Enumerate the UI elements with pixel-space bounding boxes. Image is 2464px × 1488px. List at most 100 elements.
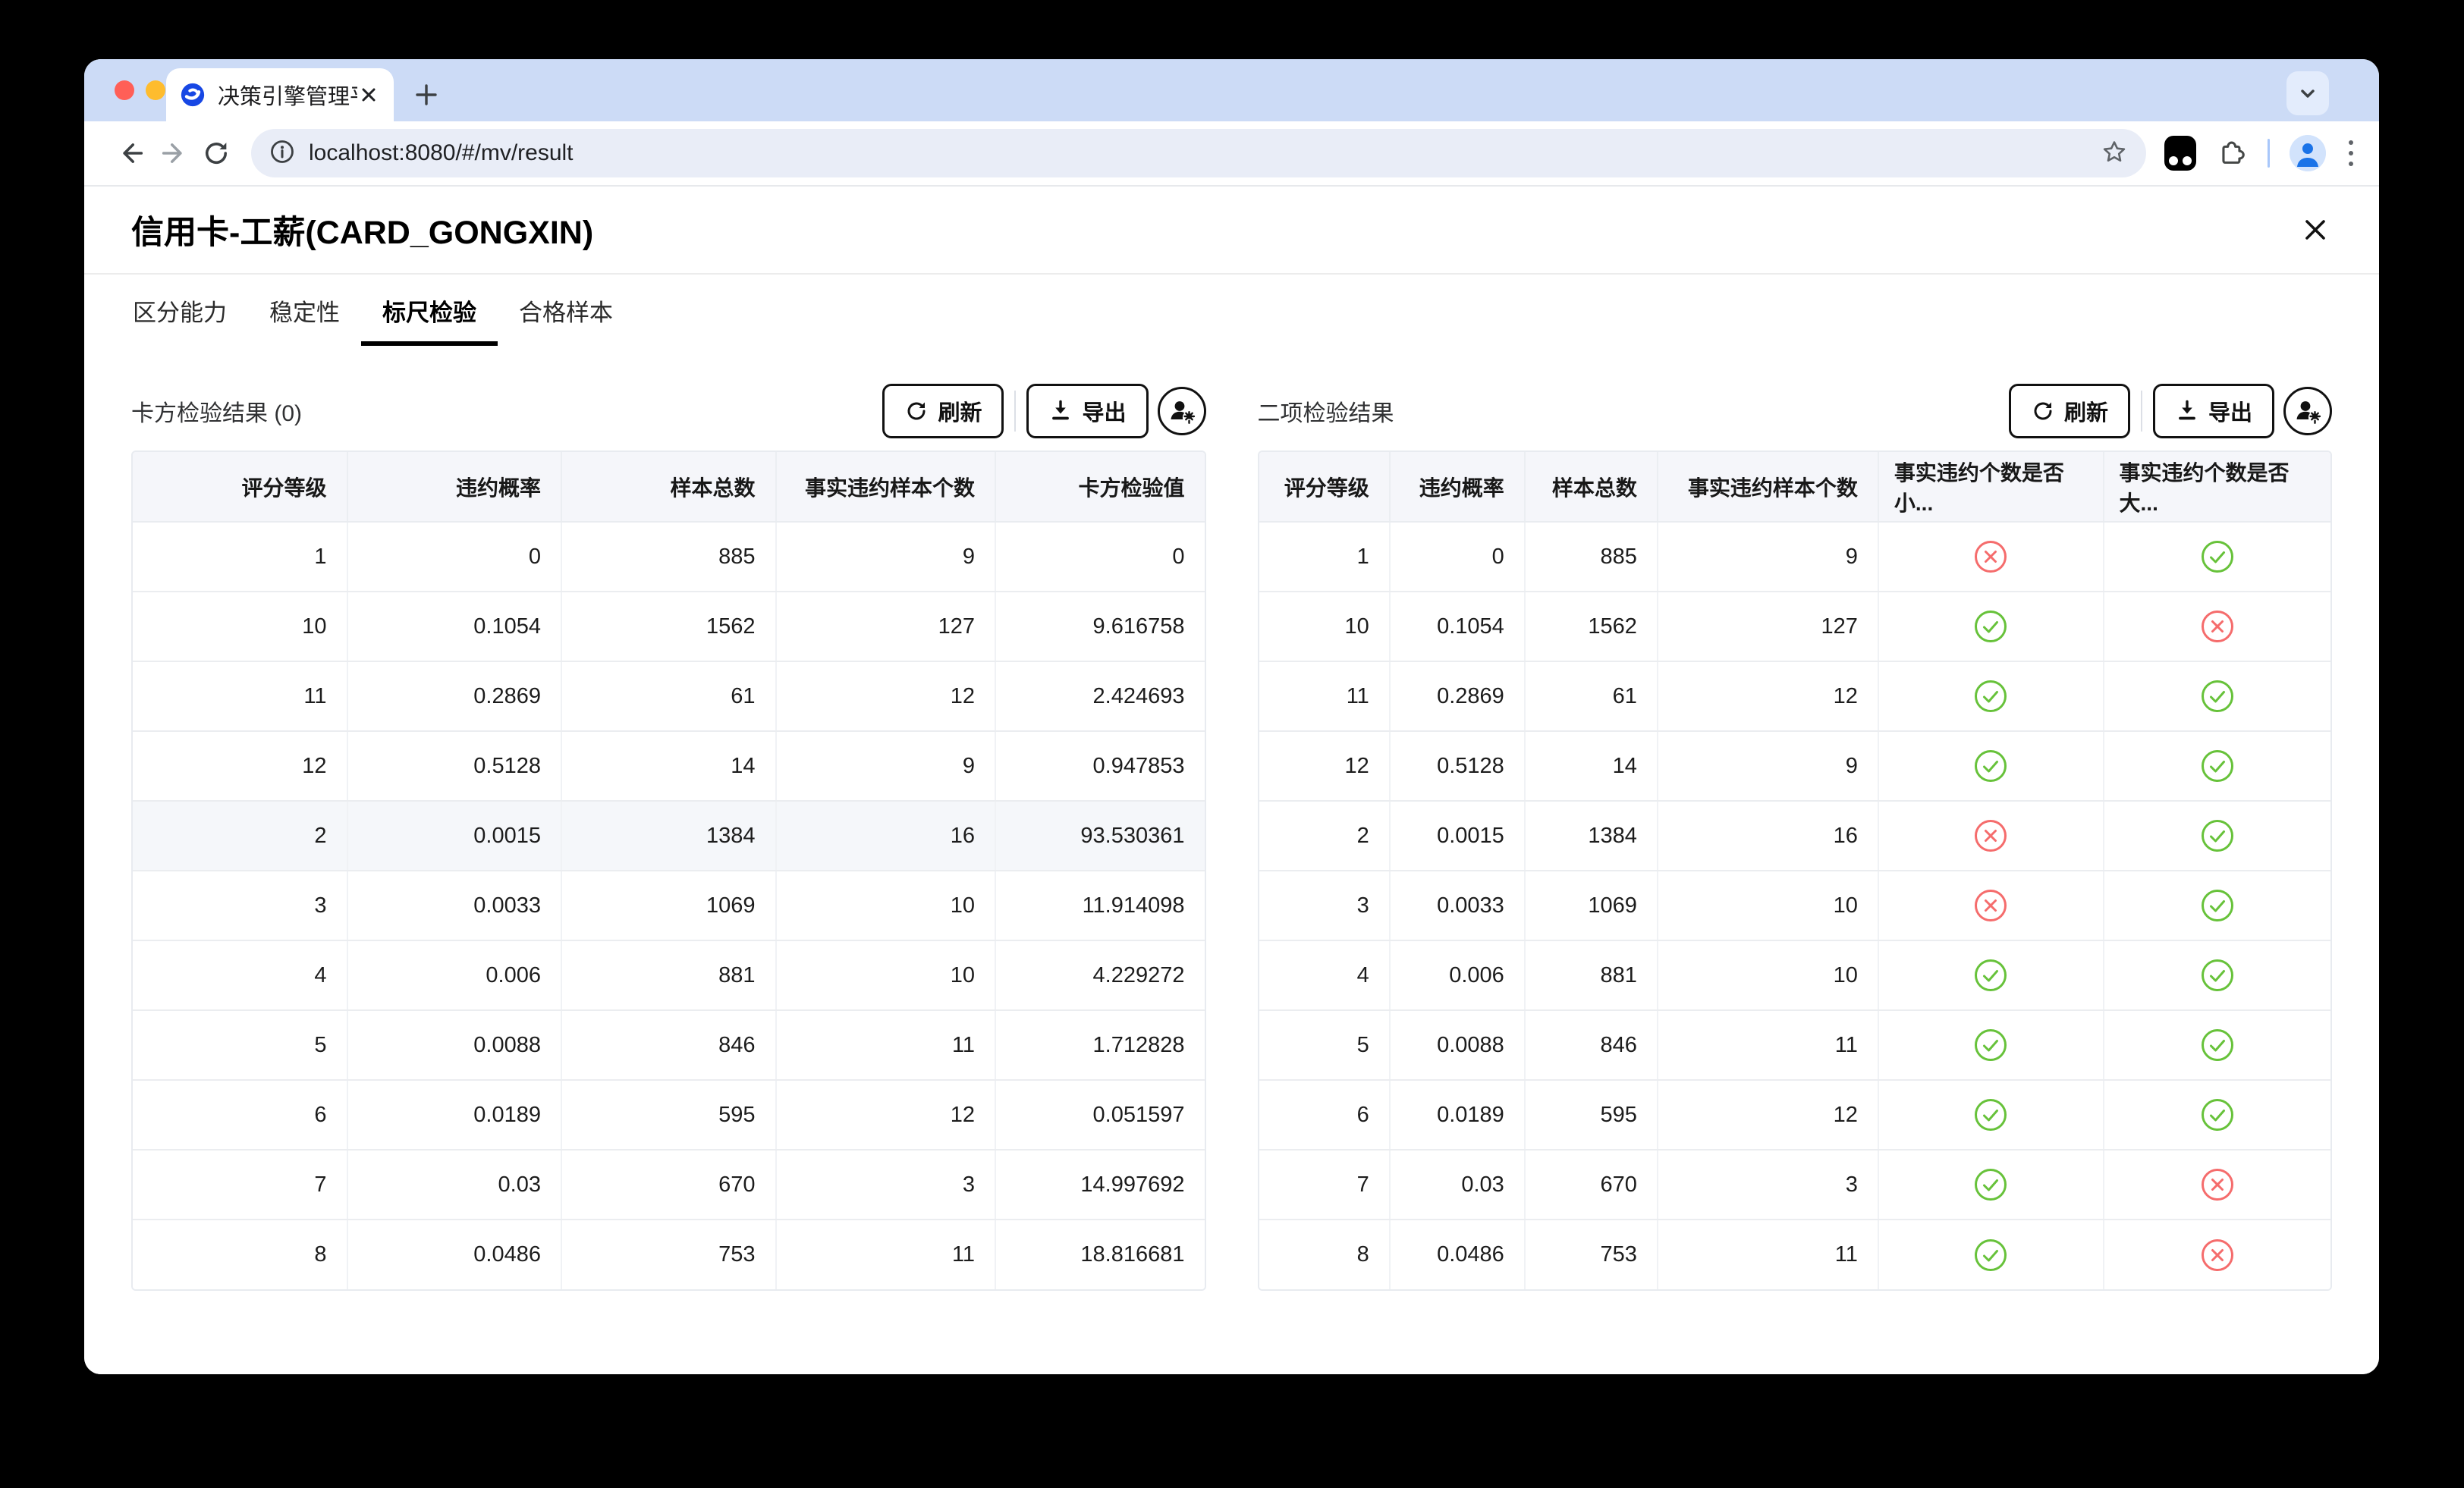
greater-check-cell (2104, 731, 2330, 801)
grade-cell: 5 (133, 1010, 347, 1080)
address-bar[interactable]: localhost:8080/#/mv/result (251, 129, 2146, 177)
total-cell: 595 (561, 1080, 776, 1150)
extension-icon[interactable] (2164, 136, 2196, 171)
forward-button[interactable] (152, 132, 195, 174)
less-check-cell (1878, 1150, 2104, 1220)
table-row: 2 0.0015 1384 16 (1259, 801, 2331, 871)
prob-cell: 0.0015 (347, 801, 562, 871)
refresh-button[interactable]: 刷新 (2009, 384, 2130, 438)
greater-check-cell (2104, 801, 2330, 871)
export-button[interactable]: 导出 (1026, 384, 1148, 438)
total-cell: 14 (561, 731, 776, 801)
table-row: 4 0.006 881 10 4.229272 (133, 940, 1205, 1010)
new-tab-button[interactable] (406, 74, 447, 115)
tab-search-chevron-button[interactable] (2286, 71, 2329, 115)
defaults-cell: 127 (776, 592, 996, 661)
tab-scale-test[interactable]: 标尺检验 (382, 275, 476, 346)
chisq-cell: 11.914098 (995, 871, 1204, 940)
page-close-icon[interactable] (2299, 213, 2332, 246)
defaults-cell: 9 (776, 522, 996, 592)
greater-check-cell (2104, 1220, 2330, 1289)
chisq-panel: 卡方检验结果 (0) 刷新 (131, 384, 1206, 1291)
prob-cell: 0.2869 (347, 661, 562, 731)
prob-cell: 0.1054 (347, 592, 562, 661)
prob-cell: 0.006 (347, 940, 562, 1010)
prob-cell: 0.0486 (1390, 1220, 1525, 1289)
profile-avatar[interactable] (2290, 135, 2326, 171)
total-cell: 1384 (1525, 801, 1658, 871)
table-row: 7 0.03 670 3 14.997692 (133, 1150, 1205, 1220)
reload-button[interactable] (195, 132, 237, 174)
back-button[interactable] (110, 132, 152, 174)
grade-cell: 10 (133, 592, 347, 661)
column-settings-button[interactable] (2283, 387, 2332, 435)
bookmark-star-icon[interactable] (2101, 138, 2128, 169)
less-check-cell (1878, 940, 2104, 1010)
col-grade: 评分等级 (1259, 452, 1390, 522)
check-circle-icon (2200, 888, 2235, 923)
total-cell: 1384 (561, 801, 776, 871)
col-prob: 违约概率 (1390, 452, 1525, 522)
defaults-cell: 16 (1658, 801, 1878, 871)
chisq-header-row: 评分等级 违约概率 样本总数 事实违约样本个数 卡方检验值 (133, 452, 1205, 522)
grade-cell: 1 (1259, 522, 1390, 592)
less-check-cell (1878, 592, 2104, 661)
table-row-hovered: 2 0.0015 1384 16 93.530361 (133, 801, 1205, 871)
table-row: 4 0.006 881 10 (1259, 940, 2331, 1010)
table-row: 12 0.5128 14 9 (1259, 731, 2331, 801)
defaults-cell: 11 (1658, 1220, 1878, 1289)
extensions-puzzle-icon[interactable] (2216, 136, 2248, 171)
chisq-cell: 93.530361 (995, 801, 1204, 871)
defaults-cell: 10 (776, 871, 996, 940)
table-row: 12 0.5128 14 9 0.947853 (133, 731, 1205, 801)
tab-qualified-sample[interactable]: 合格样本 (519, 275, 613, 346)
grade-cell: 6 (133, 1080, 347, 1150)
less-check-cell (1878, 801, 2104, 871)
col-total: 样本总数 (561, 452, 776, 522)
col-prob: 违约概率 (347, 452, 562, 522)
url-text[interactable]: localhost:8080/#/mv/result (309, 140, 2101, 166)
prob-cell: 0 (347, 522, 562, 592)
site-favicon-icon (180, 82, 206, 108)
close-window-button[interactable] (115, 80, 134, 100)
tab-discrimination[interactable]: 区分能力 (133, 275, 227, 346)
defaults-cell: 16 (776, 801, 996, 871)
binomial-header-row: 评分等级 违约概率 样本总数 事实违约样本个数 事实违约个数是否小... 事实违… (1259, 452, 2331, 522)
less-check-cell (1878, 1220, 2104, 1289)
greater-check-cell (2104, 592, 2330, 661)
check-circle-icon (2200, 1028, 2235, 1063)
refresh-button[interactable]: 刷新 (882, 384, 1004, 438)
grade-cell: 10 (1259, 592, 1390, 661)
cross-circle-icon (1973, 818, 2008, 853)
column-settings-button[interactable] (1158, 387, 1206, 435)
prob-cell: 0.0033 (1390, 871, 1525, 940)
chisq-cell: 0.947853 (995, 731, 1204, 801)
prob-cell: 0.03 (1390, 1150, 1525, 1220)
prob-cell: 0.0088 (347, 1010, 562, 1080)
binomial-panel-actions: 刷新 导出 (2009, 384, 2332, 438)
refresh-label: 刷新 (938, 395, 982, 427)
minimize-window-button[interactable] (146, 80, 165, 100)
prob-cell: 0.03 (347, 1150, 562, 1220)
check-circle-icon (2200, 818, 2235, 853)
defaults-cell: 3 (776, 1150, 996, 1220)
export-button[interactable]: 导出 (2153, 384, 2274, 438)
defaults-cell: 9 (1658, 522, 1878, 592)
cross-circle-icon (2200, 1167, 2235, 1202)
table-row: 7 0.03 670 3 (1259, 1150, 2331, 1220)
chisq-cell: 4.229272 (995, 940, 1204, 1010)
tab-stability[interactable]: 稳定性 (269, 275, 340, 346)
col-defaults: 事实违约样本个数 (776, 452, 996, 522)
prob-cell: 0.0088 (1390, 1010, 1525, 1080)
tab-title: 决策引擎管理平台 (218, 79, 357, 111)
toolbar-right-icons (2164, 135, 2356, 171)
table-row: 3 0.0033 1069 10 (1259, 871, 2331, 940)
browser-menu-icon[interactable] (2346, 137, 2356, 169)
site-info-icon[interactable] (269, 139, 295, 168)
prob-cell: 0.2869 (1390, 661, 1525, 731)
tab-close-icon[interactable] (357, 83, 380, 106)
grade-cell: 8 (1259, 1220, 1390, 1289)
page-content: 信用卡-工薪(CARD_GONGXIN) 区分能力 稳定性 标尺检验 合格样本 … (84, 187, 2379, 1374)
browser-tab[interactable]: 决策引擎管理平台 (166, 68, 394, 121)
grade-cell: 3 (133, 871, 347, 940)
